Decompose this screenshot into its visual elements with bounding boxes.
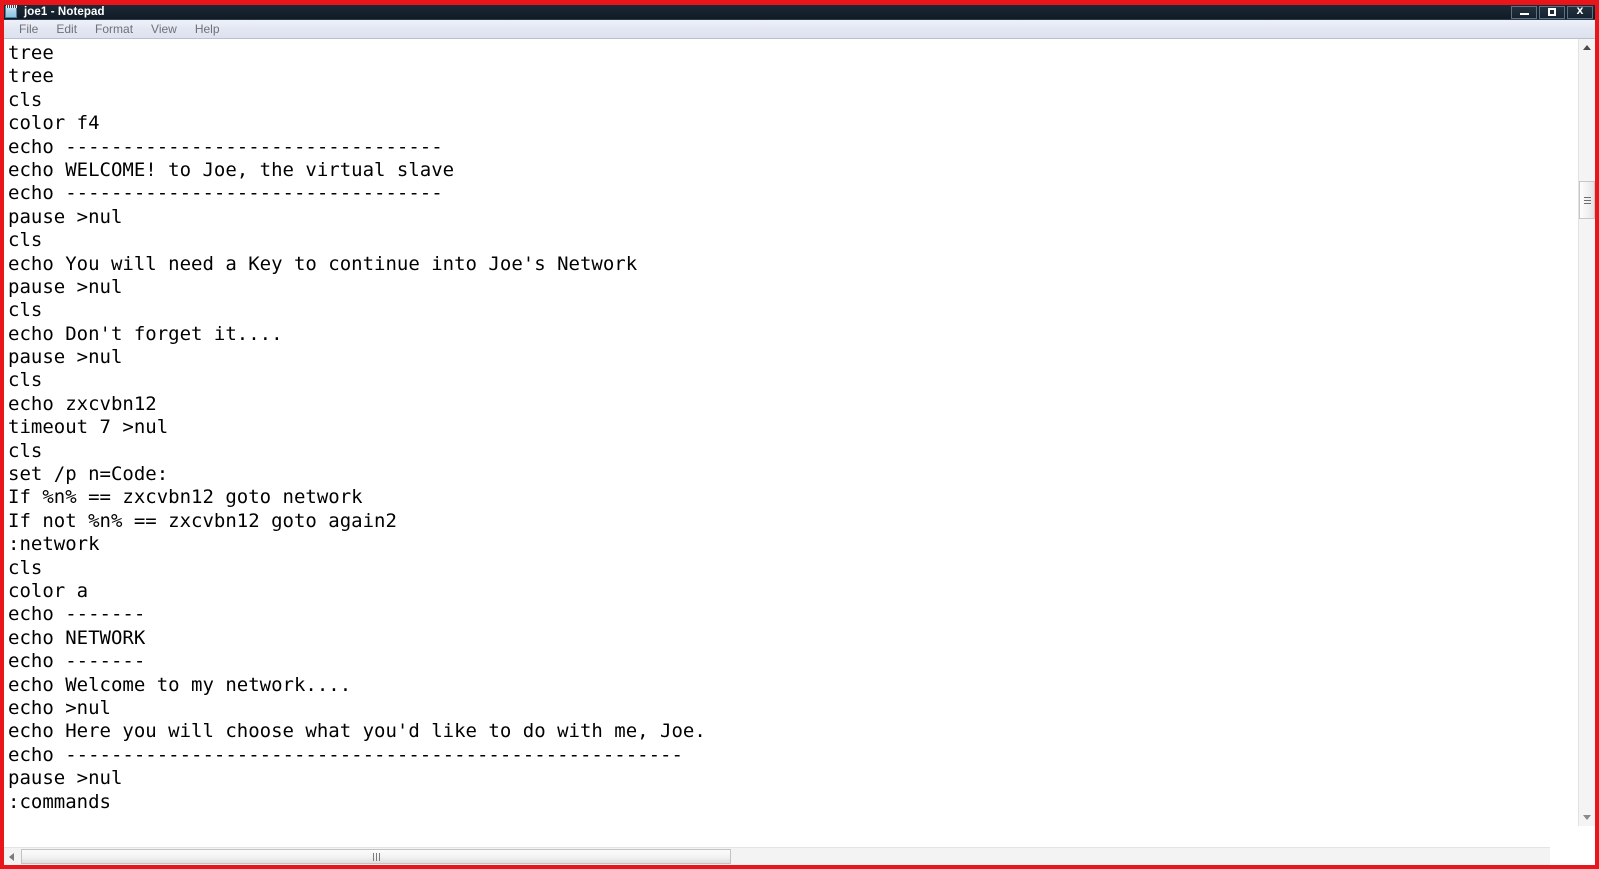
editor-line: cls bbox=[8, 229, 43, 252]
maximize-restore-button[interactable] bbox=[1539, 5, 1565, 19]
editor-line: echo Welcome to my network.... bbox=[8, 673, 352, 696]
editor-line: echo ------- bbox=[8, 650, 146, 673]
editor-line: tree bbox=[8, 65, 54, 88]
editor-line: echo zxcvbn12 bbox=[8, 392, 157, 415]
vertical-scroll-thumb[interactable] bbox=[1579, 181, 1595, 219]
window-title: joe1 - Notepad bbox=[24, 5, 105, 18]
notepad-window: joe1 - Notepad X File Edit Format View H… bbox=[0, 0, 1599, 869]
editor-line: echo NETWORK bbox=[8, 626, 146, 649]
text-editor[interactable]: tree tree cls color f4 echo ----------------… bbox=[4, 39, 1550, 826]
triangle-down-icon bbox=[1583, 815, 1591, 820]
editor-area: tree tree cls color f4 echo ----------------… bbox=[4, 39, 1595, 865]
horizontal-scroll-thumb[interactable] bbox=[21, 849, 731, 864]
menu-item-edit[interactable]: Edit bbox=[47, 20, 86, 38]
vertical-scrollbar[interactable] bbox=[1578, 39, 1595, 826]
grip-icon bbox=[372, 852, 380, 861]
menu-item-file[interactable]: File bbox=[10, 20, 47, 38]
menu-bar: File Edit Format View Help bbox=[4, 20, 1595, 39]
restore-icon bbox=[1548, 8, 1556, 16]
editor-line: If %n% == zxcvbn12 goto network bbox=[8, 486, 363, 509]
scroll-up-arrow[interactable] bbox=[1579, 39, 1595, 56]
editor-line: cls bbox=[8, 369, 43, 392]
editor-line: cls bbox=[8, 88, 43, 111]
editor-line: If not %n% == zxcvbn12 goto again2 bbox=[8, 509, 397, 532]
editor-line: echo WELCOME! to Joe, the virtual slave bbox=[8, 158, 455, 181]
minimize-icon bbox=[1519, 13, 1529, 15]
triangle-left-icon bbox=[8, 852, 14, 861]
minimize-button[interactable] bbox=[1511, 5, 1537, 19]
title-bar[interactable]: joe1 - Notepad X bbox=[0, 4, 1599, 20]
scroll-left-arrow[interactable] bbox=[4, 848, 18, 865]
editor-line: echo --------------------------------- bbox=[8, 182, 443, 205]
editor-line: set /p n=Code: bbox=[8, 463, 169, 486]
editor-line: cls bbox=[8, 299, 43, 322]
notepad-icon-rings bbox=[6, 5, 17, 8]
editor-line: echo Here you will choose what you'd lik… bbox=[8, 720, 706, 743]
menu-item-view[interactable]: View bbox=[142, 20, 186, 38]
editor-line: cls bbox=[8, 439, 43, 462]
editor-line: echo ------- bbox=[8, 603, 146, 626]
window-controls: X bbox=[1511, 4, 1593, 20]
editor-line: echo >nul bbox=[8, 696, 111, 719]
scroll-down-arrow[interactable] bbox=[1579, 809, 1595, 826]
editor-line: tree bbox=[8, 42, 54, 64]
editor-line: pause >nul bbox=[8, 767, 123, 790]
editor-line: pause >nul bbox=[8, 275, 123, 298]
horizontal-scrollbar[interactable] bbox=[4, 847, 1550, 865]
close-button[interactable]: X bbox=[1567, 5, 1593, 19]
close-icon: X bbox=[1576, 6, 1584, 17]
editor-line: echo --------------------------------- bbox=[8, 135, 443, 158]
triangle-up-icon bbox=[1583, 45, 1591, 50]
menu-item-format[interactable]: Format bbox=[86, 20, 142, 38]
editor-line: echo You will need a Key to continue int… bbox=[8, 252, 638, 275]
editor-line: timeout 7 >nul bbox=[8, 416, 169, 439]
notepad-icon bbox=[5, 5, 18, 18]
editor-line: color a bbox=[8, 579, 89, 602]
grip-icon bbox=[1583, 196, 1591, 204]
editor-line: pause >nul bbox=[8, 346, 123, 369]
editor-line: echo -----------------------------------… bbox=[8, 743, 683, 766]
editor-line: echo Don't forget it.... bbox=[8, 322, 283, 345]
editor-line: cls bbox=[8, 556, 43, 579]
editor-line: color f4 bbox=[8, 112, 100, 135]
editor-line: :commands bbox=[8, 790, 111, 813]
editor-line: :network bbox=[8, 533, 100, 556]
menu-item-help[interactable]: Help bbox=[186, 20, 229, 38]
editor-line: pause >nul bbox=[8, 205, 123, 228]
